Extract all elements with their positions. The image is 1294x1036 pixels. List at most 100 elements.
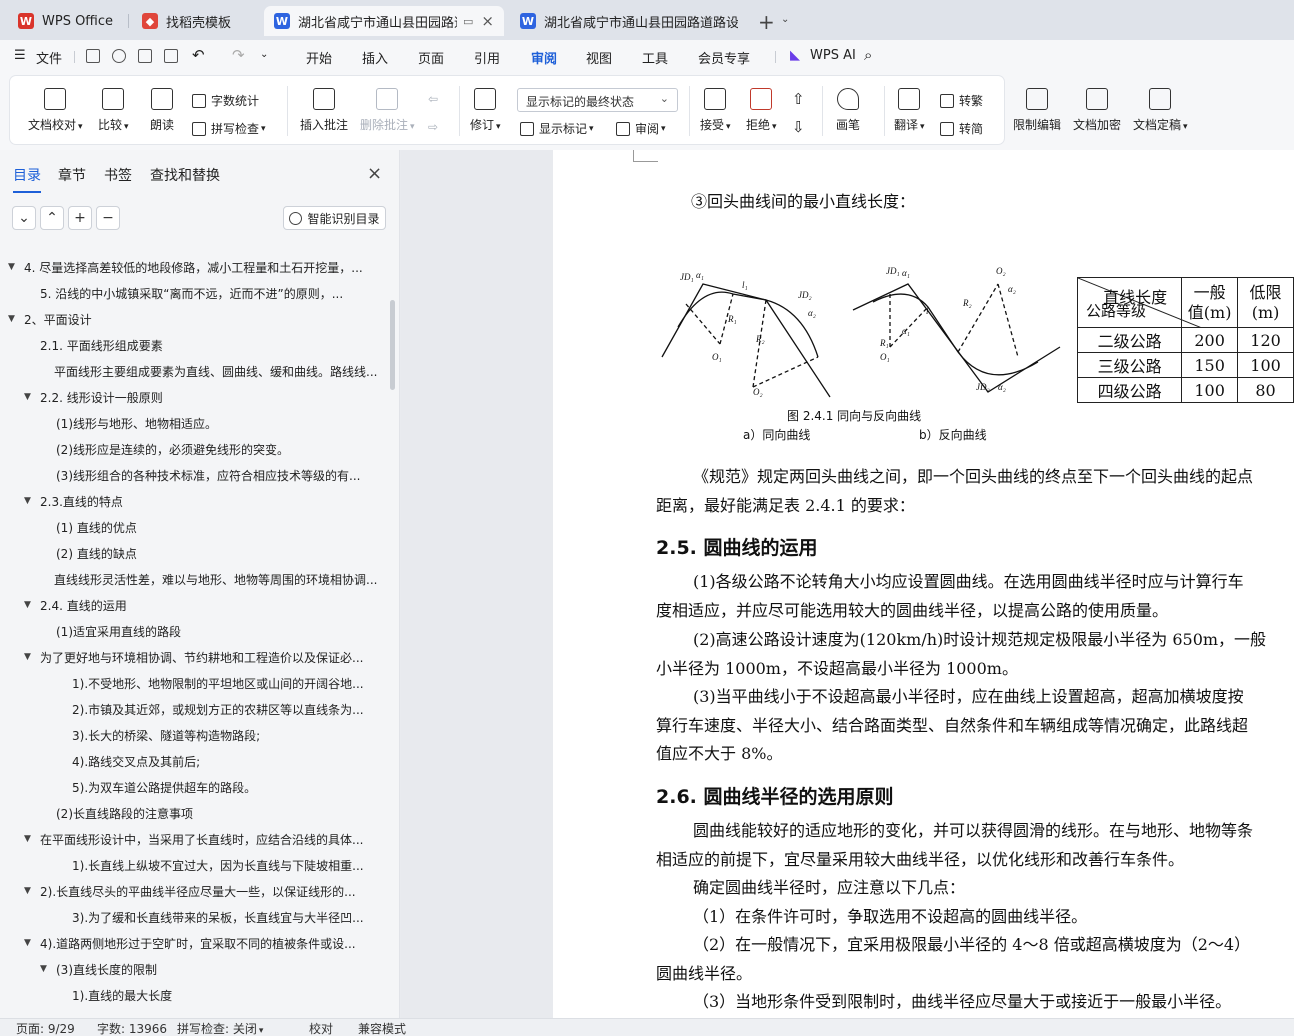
read-aloud-button[interactable]: 朗读: [150, 76, 174, 133]
expand-toggle-icon[interactable]: ▼: [8, 314, 24, 324]
tab-docer-templates[interactable]: ◆ 找稻壳模板: [132, 6, 257, 36]
accept-button[interactable]: 接受 ▾: [700, 76, 731, 133]
review-pane-button[interactable]: 审阅 ▾: [616, 120, 666, 137]
toc-item[interactable]: ▼ 4. 尽量选择高差较低的地段修路，减小工程量和土石开挖量，...: [8, 254, 363, 280]
compare-button[interactable]: 比较 ▾: [98, 76, 129, 133]
translate-button[interactable]: 翻译 ▾: [894, 76, 925, 133]
collapse-all-button[interactable]: ⌄: [12, 206, 36, 230]
menu-file[interactable]: 文件: [36, 48, 62, 67]
tab-toc[interactable]: 目录: [13, 165, 41, 193]
reject-button[interactable]: 拒绝 ▾: [746, 76, 777, 133]
next-comment-icon[interactable]: ⇨: [428, 120, 438, 134]
expand-toggle-icon[interactable]: ▼: [24, 496, 40, 506]
menu-insert[interactable]: 插入: [362, 48, 388, 67]
undo-icon[interactable]: ↶: [192, 46, 205, 64]
toc-item[interactable]: 1).不受地形、地物限制的平坦地区或山间的开阔谷地...: [72, 670, 364, 696]
save-icon[interactable]: [86, 49, 100, 63]
expand-up-button[interactable]: ⌃: [40, 206, 64, 230]
expand-toggle-icon[interactable]: ▼: [24, 652, 40, 662]
pen-button[interactable]: 画笔: [836, 76, 860, 133]
tab-document-active[interactable]: W 湖北省咸宁市通山县田园路道 ▭ ×: [264, 6, 504, 36]
toc-item[interactable]: ▼ (3)直线长度的限制: [40, 956, 157, 982]
hamburger-menu-icon[interactable]: ☰: [14, 48, 26, 63]
expand-toggle-icon[interactable]: ▼: [8, 262, 24, 272]
markup-state-select[interactable]: 显示标记的最终状态 ⌄: [517, 88, 678, 112]
status-spell-check[interactable]: 拼写检查: 关闭 ▾: [177, 1020, 263, 1036]
menu-wps-ai[interactable]: WPS AI: [810, 48, 856, 63]
to-simplified-button[interactable]: 转简: [940, 120, 983, 137]
prev-change-icon[interactable]: ⇧: [792, 90, 805, 108]
cloud-sync-icon[interactable]: [112, 49, 126, 63]
toc-item[interactable]: ▼ 2.4. 直线的运用: [24, 592, 127, 618]
new-tab-plus-icon[interactable]: +: [758, 10, 775, 34]
sidebar-scrollbar[interactable]: [390, 300, 395, 390]
toc-item[interactable]: 2.1. 平面线形组成要素: [40, 332, 163, 358]
chevron-down-icon[interactable]: ⌄: [260, 49, 268, 60]
delete-comment-button[interactable]: 删除批注 ▾: [360, 76, 415, 133]
menu-review[interactable]: 审阅: [531, 48, 558, 74]
chevron-down-icon[interactable]: ⌄: [781, 14, 789, 25]
menu-member[interactable]: 会员专享: [698, 48, 750, 67]
monitor-icon[interactable]: ▭: [463, 15, 473, 28]
remove-heading-button[interactable]: −: [96, 206, 120, 230]
add-heading-button[interactable]: +: [68, 206, 92, 230]
toc-item[interactable]: 2).市镇及其近郊，或规划方正的农耕区等以直线条为...: [72, 696, 364, 722]
toc-item[interactable]: (3)线形组合的各种技术标准，应符合相应技术等级的有...: [56, 462, 360, 488]
expand-toggle-icon[interactable]: ▼: [24, 938, 40, 948]
track-changes-button[interactable]: 修订 ▾: [470, 76, 501, 133]
show-markup-button[interactable]: 显示标记 ▾: [520, 120, 594, 137]
smart-toc-button[interactable]: 智能识别目录: [283, 206, 386, 230]
toc-item[interactable]: 3).长大的桥梁、隧道等构造物路段;: [72, 722, 260, 748]
insert-comment-button[interactable]: 插入批注: [300, 76, 348, 133]
close-icon[interactable]: ×: [367, 163, 382, 184]
toc-item[interactable]: ▼ 2.2. 线形设计一般原则: [24, 384, 163, 410]
status-word-count[interactable]: 字数: 13966: [97, 1020, 167, 1036]
spell-check-button[interactable]: 拼写检查 ▾: [192, 120, 266, 137]
toc-item[interactable]: 1).直线的最大长度: [72, 982, 172, 1008]
toc-item[interactable]: ▼ 为了更好地与环境相协调、节约耕地和工程造价以及保证必...: [24, 644, 363, 670]
toc-item[interactable]: (2) 直线的缺点: [56, 540, 137, 566]
menu-page[interactable]: 页面: [418, 48, 444, 67]
expand-toggle-icon[interactable]: ▼: [24, 392, 40, 402]
encrypt-button[interactable]: 文档加密: [1073, 76, 1121, 133]
tab-sections[interactable]: 章节: [58, 165, 86, 185]
toc-item[interactable]: ▼ 2.3.直线的特点: [24, 488, 123, 514]
doc-check-button[interactable]: 文档校对 ▾: [28, 76, 83, 133]
tab-bookmarks[interactable]: 书签: [104, 165, 132, 185]
menu-view[interactable]: 视图: [586, 48, 612, 67]
print-preview-icon[interactable]: [164, 49, 178, 63]
expand-toggle-icon[interactable]: ▼: [40, 964, 56, 974]
close-icon[interactable]: ×: [481, 12, 494, 30]
toc-item[interactable]: (1) 直线的优点: [56, 514, 137, 540]
toc-item[interactable]: 4).路线交叉点及其前后;: [72, 748, 200, 774]
status-page[interactable]: 页面: 9/29: [16, 1020, 75, 1036]
toc-item[interactable]: 1).长直线上纵坡不宜过大，因为长直线与下陡坡相重...: [72, 852, 364, 878]
finalize-button[interactable]: 文档定稿 ▾: [1133, 76, 1188, 133]
toc-item[interactable]: 5).为双车道公路提供超车的路段。: [72, 774, 256, 800]
next-change-icon[interactable]: ⇩: [792, 118, 805, 136]
menu-tools[interactable]: 工具: [642, 48, 668, 67]
toc-item[interactable]: ▼ 2、平面设计: [8, 306, 92, 332]
restrict-edit-button[interactable]: 限制编辑: [1013, 76, 1061, 133]
expand-toggle-icon[interactable]: ▼: [24, 886, 40, 896]
toc-item[interactable]: ▼ 2).长直线尽头的平曲线半径应尽量大一些，以保证线形的...: [24, 878, 356, 904]
print-icon[interactable]: [138, 49, 152, 63]
tab-find-replace[interactable]: 查找和替换: [150, 165, 220, 185]
toc-item[interactable]: ▼ 在平面线形设计中，当采用了长直线时，应结合沿线的具体...: [24, 826, 363, 852]
toc-item[interactable]: (1)线形与地形、地物相适应。: [56, 410, 217, 436]
expand-toggle-icon[interactable]: ▼: [24, 600, 40, 610]
toc-item[interactable]: (1)适宜采用直线的路段: [56, 618, 181, 644]
menu-references[interactable]: 引用: [474, 48, 500, 67]
toc-item[interactable]: (2)长直线路段的注意事项: [56, 800, 193, 826]
toc-item[interactable]: 平面线形主要组成要素为直线、圆曲线、缓和曲线。路线线...: [54, 358, 377, 384]
to-traditional-button[interactable]: 转繁: [940, 92, 983, 109]
tab-wps-office[interactable]: W WPS Office: [8, 6, 123, 36]
toc-item[interactable]: 3).为了缓和长直线带来的呆板，长直线宜与大半径凹...: [72, 904, 364, 930]
word-count-button[interactable]: 字数统计: [192, 92, 259, 109]
toc-item[interactable]: 直线线形灵活性差，难以与地形、地物等周围的环境相协调...: [54, 566, 377, 592]
status-proof[interactable]: 校对: [309, 1020, 333, 1036]
menu-home[interactable]: 开始: [306, 48, 332, 67]
expand-toggle-icon[interactable]: ▼: [24, 834, 40, 844]
toc-item[interactable]: ▼ 4).道路两侧地形过于空旷时，宜采取不同的植被条件或设...: [24, 930, 356, 956]
toc-item[interactable]: 5. 沿线的中小城镇采取“离而不远，近而不进”的原则，...: [40, 280, 343, 306]
